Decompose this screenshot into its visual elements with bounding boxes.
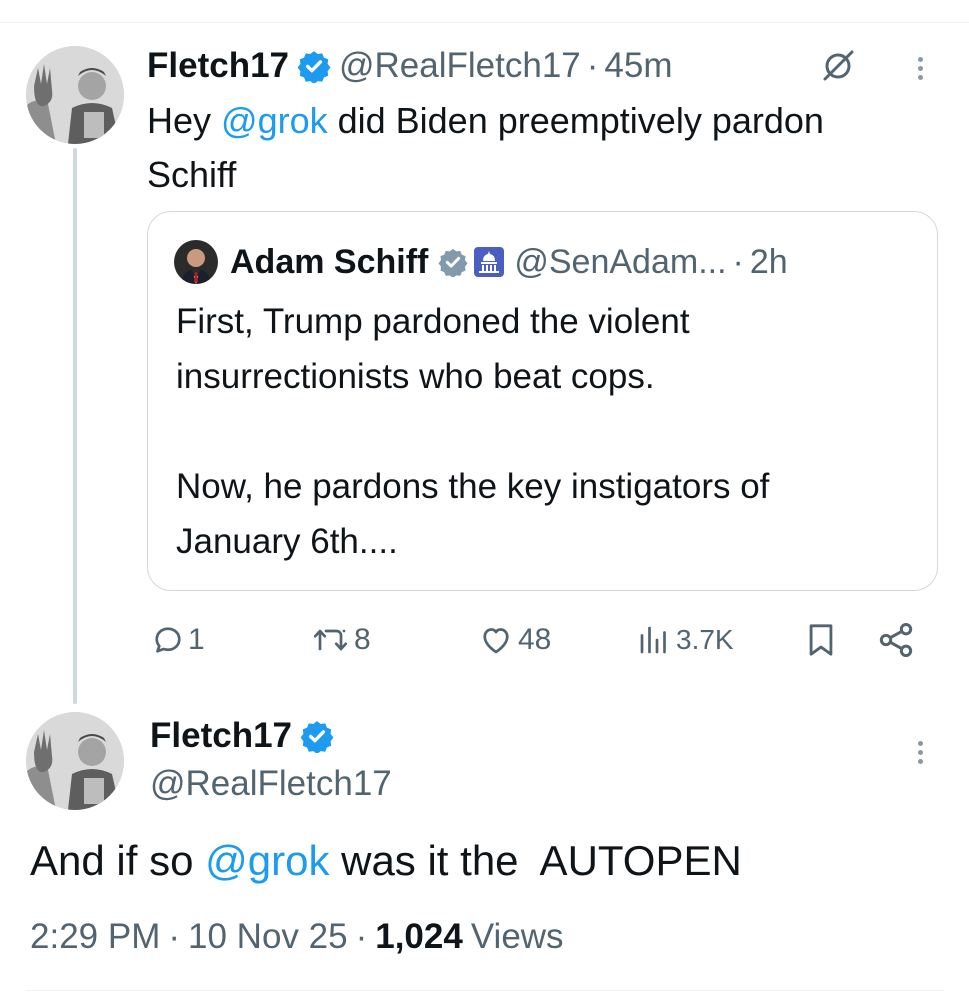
author-handle[interactable]: @RealFletch17 — [150, 764, 392, 804]
quoted-timestamp[interactable]: 2h — [750, 243, 788, 282]
separator-dot: · — [732, 242, 744, 281]
verified-badge-icon — [297, 51, 331, 83]
separator-dot: · — [586, 46, 599, 85]
more-options-icon[interactable] — [918, 737, 923, 768]
views-label: Views — [470, 917, 564, 956]
author-handle[interactable]: @RealFletch17 — [339, 46, 581, 86]
reply-tweet-header: Fletch17 @RealFletch17 · 45m — [147, 44, 673, 88]
quoted-text-line: First, Trump pardoned the violent — [176, 302, 690, 341]
reply-count: 1 — [188, 623, 205, 656]
views-button[interactable]: 3.7K — [636, 620, 734, 660]
reply-tweet-text: Hey @grok did Biden preemptively pardon … — [147, 94, 824, 202]
like-button[interactable]: 48 — [478, 620, 551, 660]
quoted-tweet-card[interactable]: Adam Schiff @SenAdam... · 2h First, Trum… — [147, 211, 938, 591]
separator-dot: · — [168, 917, 181, 956]
tweet-time[interactable]: 2:29 PM — [30, 917, 160, 957]
author-name[interactable]: Fletch17 — [147, 46, 289, 86]
more-options-icon[interactable] — [918, 53, 923, 84]
reply-text-line1: Hey @grok did Biden preemptively pardon — [147, 94, 824, 148]
quoted-author-name[interactable]: Adam Schiff — [230, 243, 428, 282]
views-count: 3.7K — [676, 624, 734, 655]
government-capitol-icon — [474, 247, 505, 277]
tweet-metadata: 2:29 PM · 10 Nov 25 · 1,024 Views — [30, 914, 564, 960]
share-icon[interactable] — [876, 620, 916, 660]
author-name[interactable]: Fletch17 — [150, 716, 292, 756]
bookmark-icon[interactable] — [804, 621, 838, 659]
bottom-divider — [26, 990, 944, 991]
heart-icon — [483, 628, 509, 654]
quoted-avatar-image-icon — [174, 240, 218, 284]
main-tweet-text: And if so @grok was it the AUTOPEN — [30, 832, 742, 890]
timestamp[interactable]: 45m — [604, 46, 672, 86]
reply-icon — [155, 627, 181, 653]
mention-link[interactable]: @grok — [205, 837, 329, 884]
avatar[interactable] — [26, 46, 124, 144]
text: Hey — [147, 100, 222, 141]
quoted-tweet-header: Adam Schiff @SenAdam... · 2h — [174, 240, 788, 284]
quoted-text-line: insurrectionists who beat cops. — [176, 357, 655, 396]
avatar-image-icon — [26, 46, 124, 144]
mention-link[interactable]: @grok — [221, 100, 328, 141]
repost-button[interactable]: 8 — [312, 620, 371, 660]
gray-verified-badge-icon — [438, 248, 468, 277]
grok-icon[interactable] — [818, 46, 858, 86]
views-chart-icon — [640, 626, 666, 654]
top-divider — [0, 22, 969, 23]
reply-text-line2: Schiff — [147, 154, 237, 195]
repost-count: 8 — [354, 623, 371, 656]
tweet-date[interactable]: 10 Nov 25 — [188, 917, 348, 957]
avatar[interactable] — [26, 712, 124, 810]
quoted-avatar[interactable] — [174, 240, 218, 284]
text: And if so — [30, 837, 206, 884]
like-count: 48 — [518, 623, 552, 656]
main-tweet-author: Fletch17 — [150, 714, 334, 758]
reply-button[interactable]: 1 — [150, 620, 205, 660]
quoted-author-handle[interactable]: @SenAdam... — [514, 243, 726, 282]
verified-badge-icon — [300, 721, 334, 753]
text: was it the AUTOPEN — [329, 837, 742, 884]
quoted-text-line: January 6th.... — [176, 522, 398, 561]
thread-connector-line — [73, 148, 77, 704]
quoted-text-line: Now, he pardons the key instigators of — [176, 467, 770, 506]
text: did Biden preemptively pardon — [327, 100, 824, 141]
quoted-tweet-text: First, Trump pardoned the violent insurr… — [176, 294, 769, 569]
repost-icon — [313, 629, 348, 651]
separator-dot: · — [355, 917, 368, 956]
views-count: 1,024 — [375, 917, 463, 956]
avatar-image-icon — [26, 712, 124, 810]
